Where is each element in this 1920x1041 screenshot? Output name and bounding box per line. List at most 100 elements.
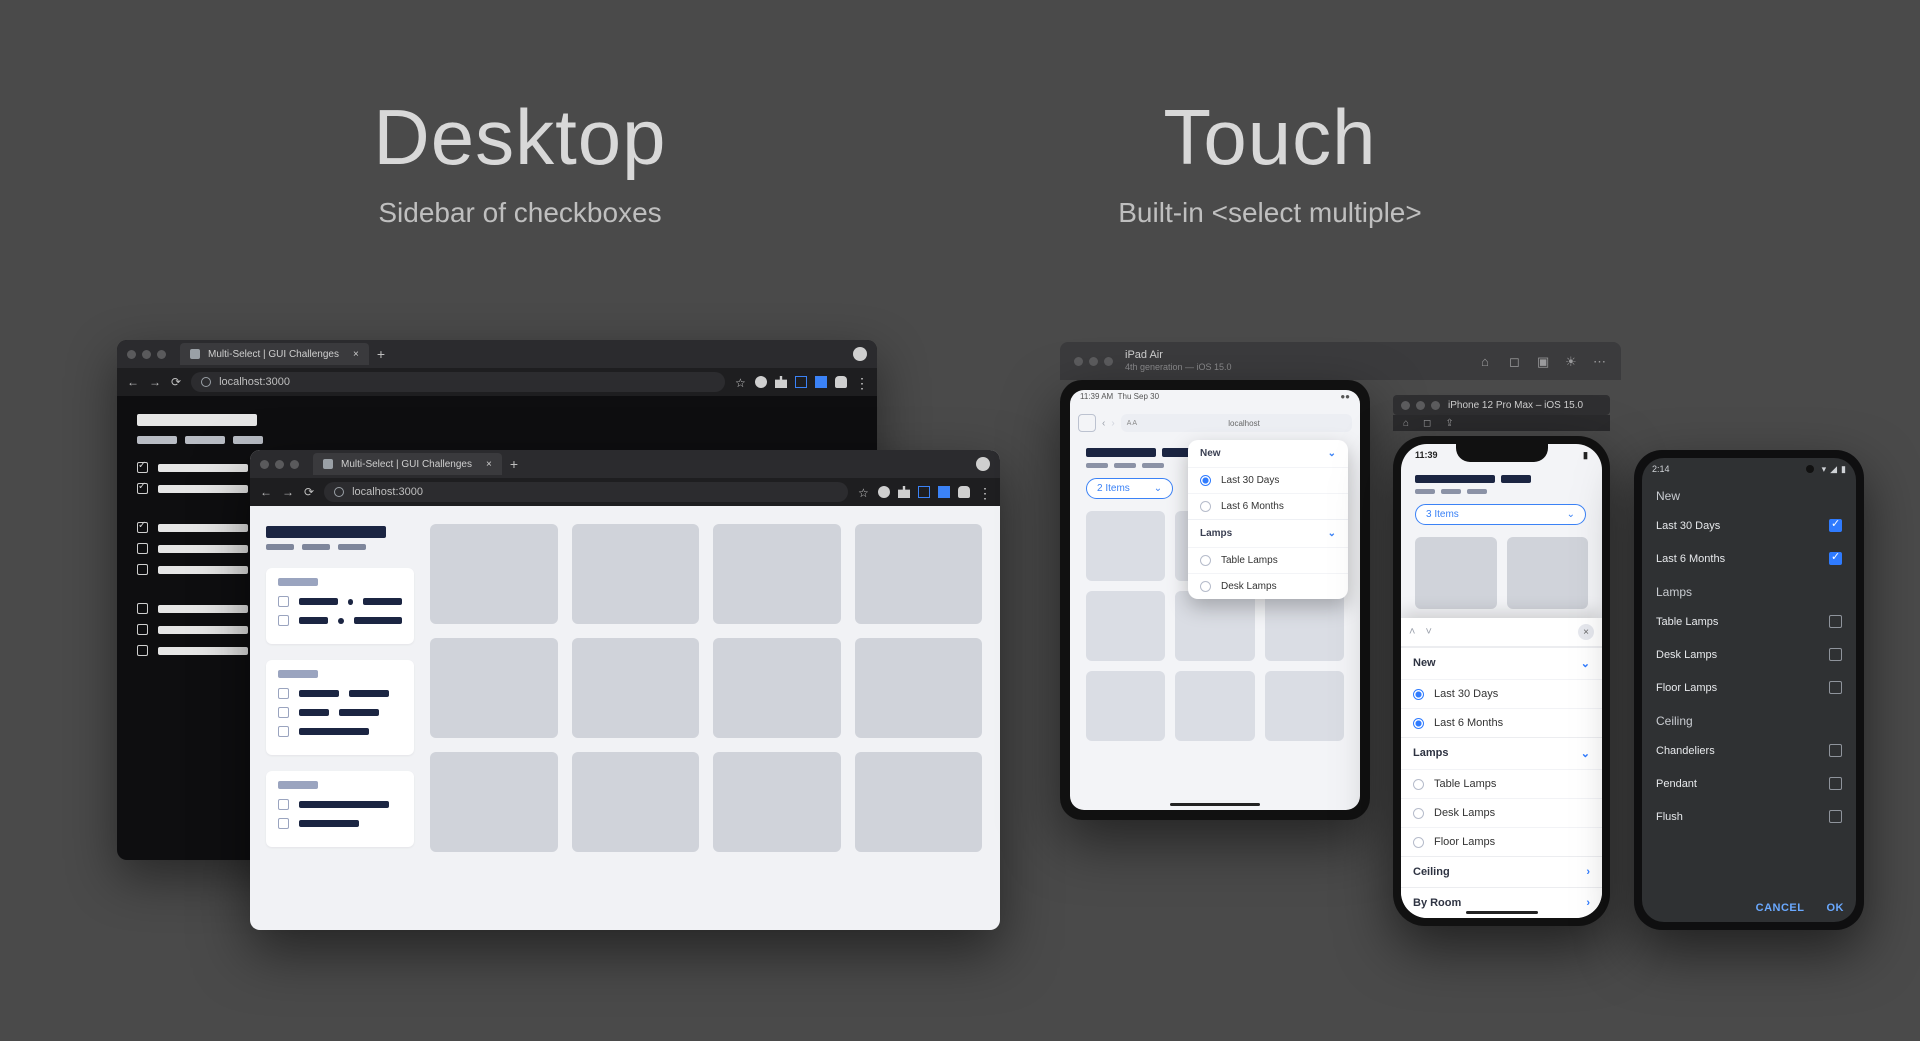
window-traffic-lights[interactable] (260, 460, 299, 469)
back-icon[interactable]: ← (127, 375, 139, 389)
window-traffic-lights[interactable] (1074, 357, 1113, 366)
checkbox[interactable] (137, 564, 148, 575)
browser-menu-icon[interactable]: ⋮ (855, 376, 867, 388)
android-option[interactable]: Last 6 Months (1642, 542, 1856, 575)
next-icon[interactable]: ˅ (1425, 626, 1431, 638)
checkbox[interactable] (278, 615, 289, 626)
result-tile[interactable] (430, 638, 558, 738)
panel-icon[interactable] (938, 486, 950, 498)
home-indicator[interactable] (1466, 911, 1538, 914)
result-tile[interactable] (855, 524, 983, 624)
screenshot-icon[interactable]: ◻ (1423, 418, 1431, 429)
sheet-option[interactable]: Table Lamps (1401, 769, 1602, 798)
forward-icon[interactable]: → (149, 375, 161, 389)
checkbox[interactable] (278, 596, 289, 607)
site-info-icon[interactable] (334, 487, 344, 497)
android-option[interactable]: Floor Lamps (1642, 671, 1856, 704)
android-option[interactable]: Flush (1642, 800, 1856, 833)
safari-address-bar[interactable]: AA localhost (1121, 414, 1352, 432)
browser-tab[interactable]: Multi-Select | GUI Challenges × (180, 343, 369, 365)
result-tile[interactable] (430, 752, 558, 852)
popover-option[interactable]: Desk Lamps (1188, 573, 1348, 599)
sheet-option[interactable]: Floor Lamps (1401, 827, 1602, 856)
android-option[interactable]: Table Lamps (1642, 605, 1856, 638)
android-option[interactable]: Chandeliers (1642, 734, 1856, 767)
address-bar[interactable]: localhost:3000 (324, 482, 848, 502)
popover-option[interactable]: Table Lamps (1188, 547, 1348, 573)
theme-toggle-icon[interactable] (878, 486, 890, 498)
result-tile[interactable] (572, 524, 700, 624)
cancel-button[interactable]: CANCEL (1756, 902, 1805, 914)
close-sheet-button[interactable]: × (1578, 624, 1594, 640)
checkbox[interactable] (137, 624, 148, 635)
result-tile[interactable] (1265, 671, 1344, 741)
checkbox[interactable] (137, 543, 148, 554)
window-menu-icon[interactable] (976, 457, 990, 471)
site-info-icon[interactable] (201, 377, 211, 387)
back-icon[interactable]: ← (260, 485, 272, 499)
window-traffic-lights[interactable] (1401, 401, 1440, 410)
sheet-section-header[interactable]: New ⌄ (1401, 647, 1602, 679)
result-tile[interactable] (1265, 591, 1344, 661)
sheet-option[interactable]: Last 6 Months (1401, 708, 1602, 737)
more-icon[interactable]: ⋯ (1593, 354, 1607, 368)
theme-toggle-icon[interactable] (755, 376, 767, 388)
tab-close-icon[interactable]: × (353, 349, 359, 360)
forward-icon[interactable]: → (282, 485, 294, 499)
popover-section-header[interactable]: New ⌄ (1188, 440, 1348, 467)
panel-icon[interactable] (815, 376, 827, 388)
android-option[interactable]: Desk Lamps (1642, 638, 1856, 671)
home-icon[interactable]: ⌂ (1403, 418, 1409, 429)
sheet-section-header[interactable]: Ceiling › (1401, 856, 1602, 887)
reader-icon[interactable]: AA (1121, 420, 1138, 427)
result-tile[interactable] (1086, 591, 1165, 661)
reload-icon[interactable]: ⟳ (304, 485, 314, 499)
popover-option[interactable]: Last 30 Days (1188, 467, 1348, 493)
extensions-icon[interactable] (775, 376, 787, 388)
checkbox[interactable] (137, 645, 148, 656)
screenshot-icon[interactable]: ◻ (1509, 354, 1523, 368)
android-option[interactable]: Pendant (1642, 767, 1856, 800)
sheet-option[interactable]: Last 30 Days (1401, 679, 1602, 708)
result-tile[interactable] (1086, 511, 1165, 581)
share-icon[interactable]: ⇪ (1445, 418, 1453, 429)
prev-icon[interactable]: ˄ (1409, 626, 1415, 638)
window-traffic-lights[interactable] (127, 350, 166, 359)
mic-icon[interactable] (958, 486, 970, 498)
sheet-section-header[interactable]: Lamps ⌄ (1401, 737, 1602, 769)
new-tab-button[interactable]: + (377, 346, 385, 362)
devtools-icon[interactable] (795, 376, 807, 388)
result-tile[interactable] (572, 752, 700, 852)
checkbox[interactable] (137, 522, 148, 533)
rotate-icon[interactable]: ▣ (1537, 354, 1551, 368)
tab-close-icon[interactable]: × (486, 459, 492, 470)
checkbox[interactable] (278, 818, 289, 829)
checkbox[interactable] (278, 688, 289, 699)
back-icon[interactable]: ‹ (1102, 418, 1105, 429)
reload-icon[interactable]: ⟳ (171, 375, 181, 389)
select-sheet[interactable]: ˄ ˅ × New ⌄ Last 30 Days Last 6 Months L… (1401, 618, 1602, 918)
checkbox[interactable] (278, 799, 289, 810)
mic-icon[interactable] (835, 376, 847, 388)
browser-menu-icon[interactable]: ⋮ (978, 486, 990, 498)
result-tile[interactable] (855, 752, 983, 852)
bookmark-icon[interactable]: ☆ (735, 376, 747, 388)
result-tile[interactable] (1507, 537, 1589, 609)
result-tile[interactable] (1175, 671, 1254, 741)
select-summary-pill[interactable]: 3 Items (1415, 504, 1586, 525)
result-tile[interactable] (1415, 537, 1497, 609)
result-tile[interactable] (572, 638, 700, 738)
extensions-icon[interactable] (898, 486, 910, 498)
result-tile[interactable] (430, 524, 558, 624)
new-tab-button[interactable]: + (510, 456, 518, 472)
ok-button[interactable]: OK (1827, 902, 1845, 914)
result-tile[interactable] (713, 638, 841, 738)
browser-tab[interactable]: Multi-Select | GUI Challenges × (313, 453, 502, 475)
result-tile[interactable] (713, 524, 841, 624)
home-icon[interactable]: ⌂ (1481, 354, 1495, 368)
checkbox[interactable] (278, 726, 289, 737)
appearance-icon[interactable]: ☀ (1565, 354, 1579, 368)
result-tile[interactable] (1175, 591, 1254, 661)
popover-option[interactable]: Last 6 Months (1188, 493, 1348, 519)
checkbox[interactable] (137, 462, 148, 473)
